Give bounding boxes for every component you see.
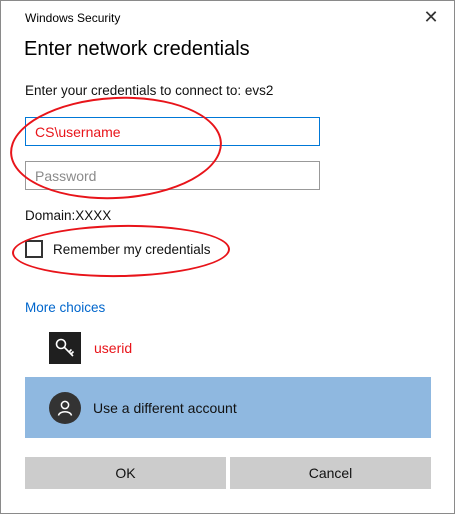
more-choices-link[interactable]: More choices [25,300,105,315]
page-title: Enter network credentials [24,38,250,60]
account-option-userid[interactable]: userid [49,332,132,364]
person-icon [49,391,81,424]
domain-value: XXXX [75,208,112,223]
remember-checkbox[interactable] [25,240,43,258]
credentials-dialog: Windows Security ✕ Enter network credent… [0,0,455,514]
password-input[interactable] [25,161,320,190]
remember-credentials-row[interactable]: Remember my credentials [25,240,211,258]
username-input[interactable] [25,117,320,146]
connection-prompt: Enter your credentials to connect to: ev… [25,83,274,98]
domain-info: Domain:XXXX [25,208,111,223]
account-label: Use a different account [93,399,237,416]
cancel-button[interactable]: Cancel [230,457,431,489]
key-icon [49,332,81,364]
account-option-different[interactable]: Use a different account [25,377,431,438]
account-label: userid [94,340,133,356]
close-icon: ✕ [423,6,439,27]
remember-label: Remember my credentials [53,241,211,257]
ok-button[interactable]: OK [25,457,226,489]
close-button[interactable]: ✕ [408,1,454,33]
window-title: Windows Security [25,11,121,25]
domain-label: Domain: [25,208,76,223]
